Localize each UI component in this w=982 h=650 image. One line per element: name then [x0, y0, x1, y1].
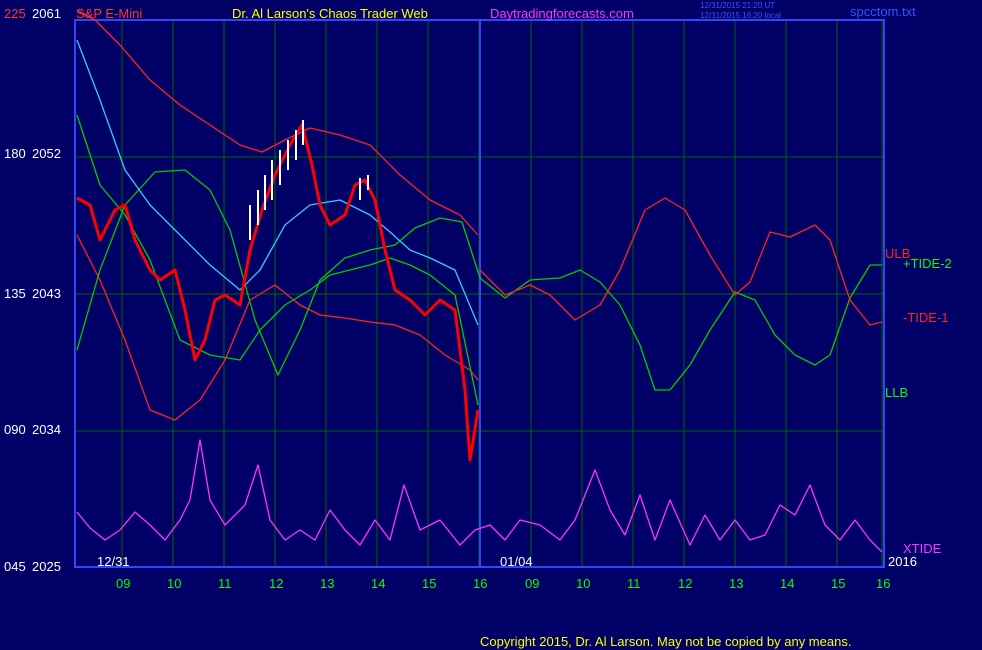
left-label-1: 180 — [4, 146, 26, 161]
date-marker-start: 12/31 — [97, 554, 130, 569]
copyright: Copyright 2015, Dr. Al Larson. May not b… — [480, 634, 851, 649]
x-tick-label: 10 — [576, 576, 590, 591]
title-label: Dr. Al Larson's Chaos Trader Web — [232, 6, 428, 21]
date-marker-mid: 01/04 — [500, 554, 533, 569]
symbol-label: S&P E-Mini — [76, 6, 142, 21]
data-file-label: spcctom.txt — [850, 4, 916, 19]
x-tick-label: 16 — [876, 576, 890, 591]
price-label-0: 2061 — [32, 6, 61, 21]
timestamp-local: 12/31/2015 16:20 local — [700, 11, 781, 20]
price-label-2: 2043 — [32, 286, 61, 301]
site-link[interactable]: Daytradingforecasts.com — [490, 6, 634, 21]
series-ulb — [76, 9, 479, 236]
series-cyan — [76, 39, 479, 326]
x-tick-label: 11 — [218, 576, 232, 591]
xtide-label: XTIDE — [903, 541, 942, 556]
x-tick-label: 14 — [371, 576, 385, 591]
x-tick-label: 12 — [269, 576, 283, 591]
x-tick-label: 16 — [473, 576, 487, 591]
tide1-label: -TIDE-1 — [903, 310, 949, 325]
x-tick-label: 09 — [116, 576, 130, 591]
x-tick-label: 12 — [678, 576, 692, 591]
series-llb — [76, 234, 479, 421]
price-label-4: 2025 — [32, 559, 61, 574]
left-label-2: 135 — [4, 286, 26, 301]
series-price — [76, 123, 480, 462]
series-green2 — [76, 114, 479, 406]
x-tick-label: 13 — [729, 576, 743, 591]
x-tick-label: 15 — [831, 576, 845, 591]
x-tick-labels: 09 10 11 12 13 14 15 16 09 10 11 12 13 14 15 16 — [116, 576, 890, 591]
x-tick-label: 13 — [320, 576, 334, 591]
price-label-3: 2034 — [32, 422, 61, 437]
timestamp-ut: 12/31/2015 21:20 UT — [700, 1, 775, 10]
x-tick-label: 11 — [627, 576, 641, 591]
left-label-4: 045 — [4, 559, 26, 574]
llb-label: LLB — [885, 385, 908, 400]
price-label-1: 2052 — [32, 146, 61, 161]
tide2-label: +TIDE-2 — [903, 256, 952, 271]
grid — [74, 19, 885, 568]
chaos-chart: 225 2061 180 2052 135 2043 090 2034 045 … — [4, 1, 952, 649]
date-marker-year: 2016 — [888, 554, 917, 569]
left-top-label: 225 — [4, 6, 26, 21]
x-tick-label: 09 — [525, 576, 539, 591]
chart-page: 225 2061 180 2052 135 2043 090 2034 045 … — [0, 0, 982, 650]
x-tick-label: 14 — [780, 576, 794, 591]
left-label-3: 090 — [4, 422, 26, 437]
x-tick-label: 15 — [422, 576, 436, 591]
series--tide-1 — [479, 197, 883, 326]
x-tick-label: 10 — [167, 576, 181, 591]
